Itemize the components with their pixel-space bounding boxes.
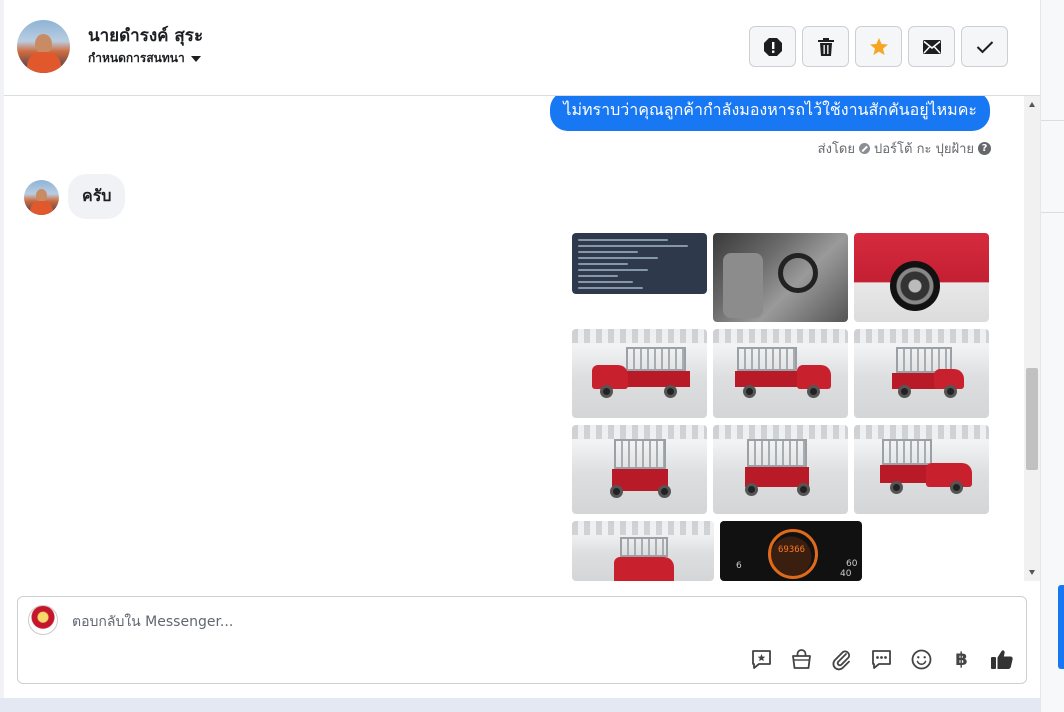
gauge-left-number: 6 [736, 561, 742, 571]
spam-button[interactable] [749, 26, 796, 67]
mark-done-button[interactable] [961, 26, 1008, 67]
avatar-shirt [30, 201, 53, 215]
saved-reply-icon[interactable] [749, 647, 774, 672]
photo-wheel[interactable] [854, 233, 989, 322]
sent-by-line: ส่งโดย ปอร์โต้ กะ ปุยฝ้าย ? [818, 138, 991, 159]
avatar-shirt [27, 52, 61, 73]
contact-avatar[interactable] [17, 20, 70, 73]
sent-by-prefix: ส่งโดย [817, 142, 855, 157]
star-icon [869, 37, 888, 55]
reply-composer: ฿ [17, 596, 1027, 684]
sender-icon [859, 143, 870, 154]
photo-truck-rear-angle[interactable] [713, 425, 848, 514]
page-avatar [28, 605, 58, 635]
delete-button[interactable] [802, 26, 849, 67]
divider [1041, 120, 1064, 121]
alert-icon [763, 37, 782, 56]
assign-conversation-dropdown[interactable]: กำหนดการสนทนา [88, 49, 201, 68]
photo-odometer[interactable]: 69366 6 60 40 [720, 521, 862, 581]
divider [1041, 212, 1064, 213]
contact-avatar-small [24, 180, 59, 215]
trash-icon [817, 37, 834, 56]
side-tab[interactable] [1058, 585, 1064, 669]
sent-by-name: ปอร์โต้ กะ ปุยฝ้าย [874, 142, 974, 157]
assign-label: กำหนดการสนทนา [88, 51, 185, 65]
conversation-toolbar [749, 26, 1008, 67]
avatar-face [35, 34, 52, 54]
photo-truck-front-angle[interactable] [854, 425, 989, 514]
help-icon[interactable]: ? [978, 142, 991, 155]
emoji-icon[interactable] [909, 647, 934, 672]
message-thread[interactable]: ไม่ทราบว่าคุณลูกค้ากำลังมองหารถไว้ใช้งาน… [4, 96, 1040, 581]
right-sidebar-edge [1040, 0, 1064, 712]
check-icon [976, 40, 993, 53]
photo-truck-side[interactable] [713, 329, 848, 418]
contact-name[interactable]: นายดำรงค์ สุระ [88, 22, 203, 49]
photo-document[interactable] [572, 233, 707, 294]
chevron-down-icon [190, 56, 201, 62]
bottom-band [0, 698, 1040, 712]
like-icon[interactable] [989, 647, 1014, 672]
attachment-icon[interactable] [829, 647, 854, 672]
photo-truck-rear-angle[interactable] [854, 329, 989, 418]
thread-scrollbar[interactable] [1024, 96, 1040, 581]
envelope-icon [922, 39, 941, 54]
mark-unread-button[interactable] [908, 26, 955, 67]
gauge-right-number-2: 40 [840, 569, 852, 579]
photo-interior[interactable] [713, 233, 848, 322]
conversation-panel: นายดำรงค์ สุระ กำหนดการสนทนา ไม่ทราบว่าค [4, 0, 1040, 698]
composer-tools: ฿ [749, 647, 1014, 672]
photo-truck-rear[interactable] [572, 425, 707, 514]
shop-icon[interactable] [789, 647, 814, 672]
photo-truck-side[interactable] [572, 329, 707, 418]
quick-reply-icon[interactable] [869, 647, 894, 672]
scroll-up-arrow-icon[interactable] [1029, 102, 1035, 107]
scrollbar-thumb[interactable] [1026, 368, 1038, 470]
photo-truck-front[interactable] [572, 521, 714, 581]
conversation-header: นายดำรงค์ สุระ กำหนดการสนทนา [4, 0, 1040, 96]
gauge-right-number: 60 [846, 559, 858, 569]
reply-input[interactable] [72, 610, 972, 634]
scroll-down-arrow-icon[interactable] [1029, 570, 1035, 575]
outgoing-message-bubble[interactable]: ไม่ทราบว่าคุณลูกค้ากำลังมองหารถไว้ใช้งาน… [550, 96, 990, 131]
baht-icon[interactable]: ฿ [949, 647, 974, 672]
follow-up-button[interactable] [855, 26, 902, 67]
odometer-reading: 69366 [778, 545, 806, 555]
incoming-message-bubble[interactable]: ครับ [68, 174, 126, 219]
